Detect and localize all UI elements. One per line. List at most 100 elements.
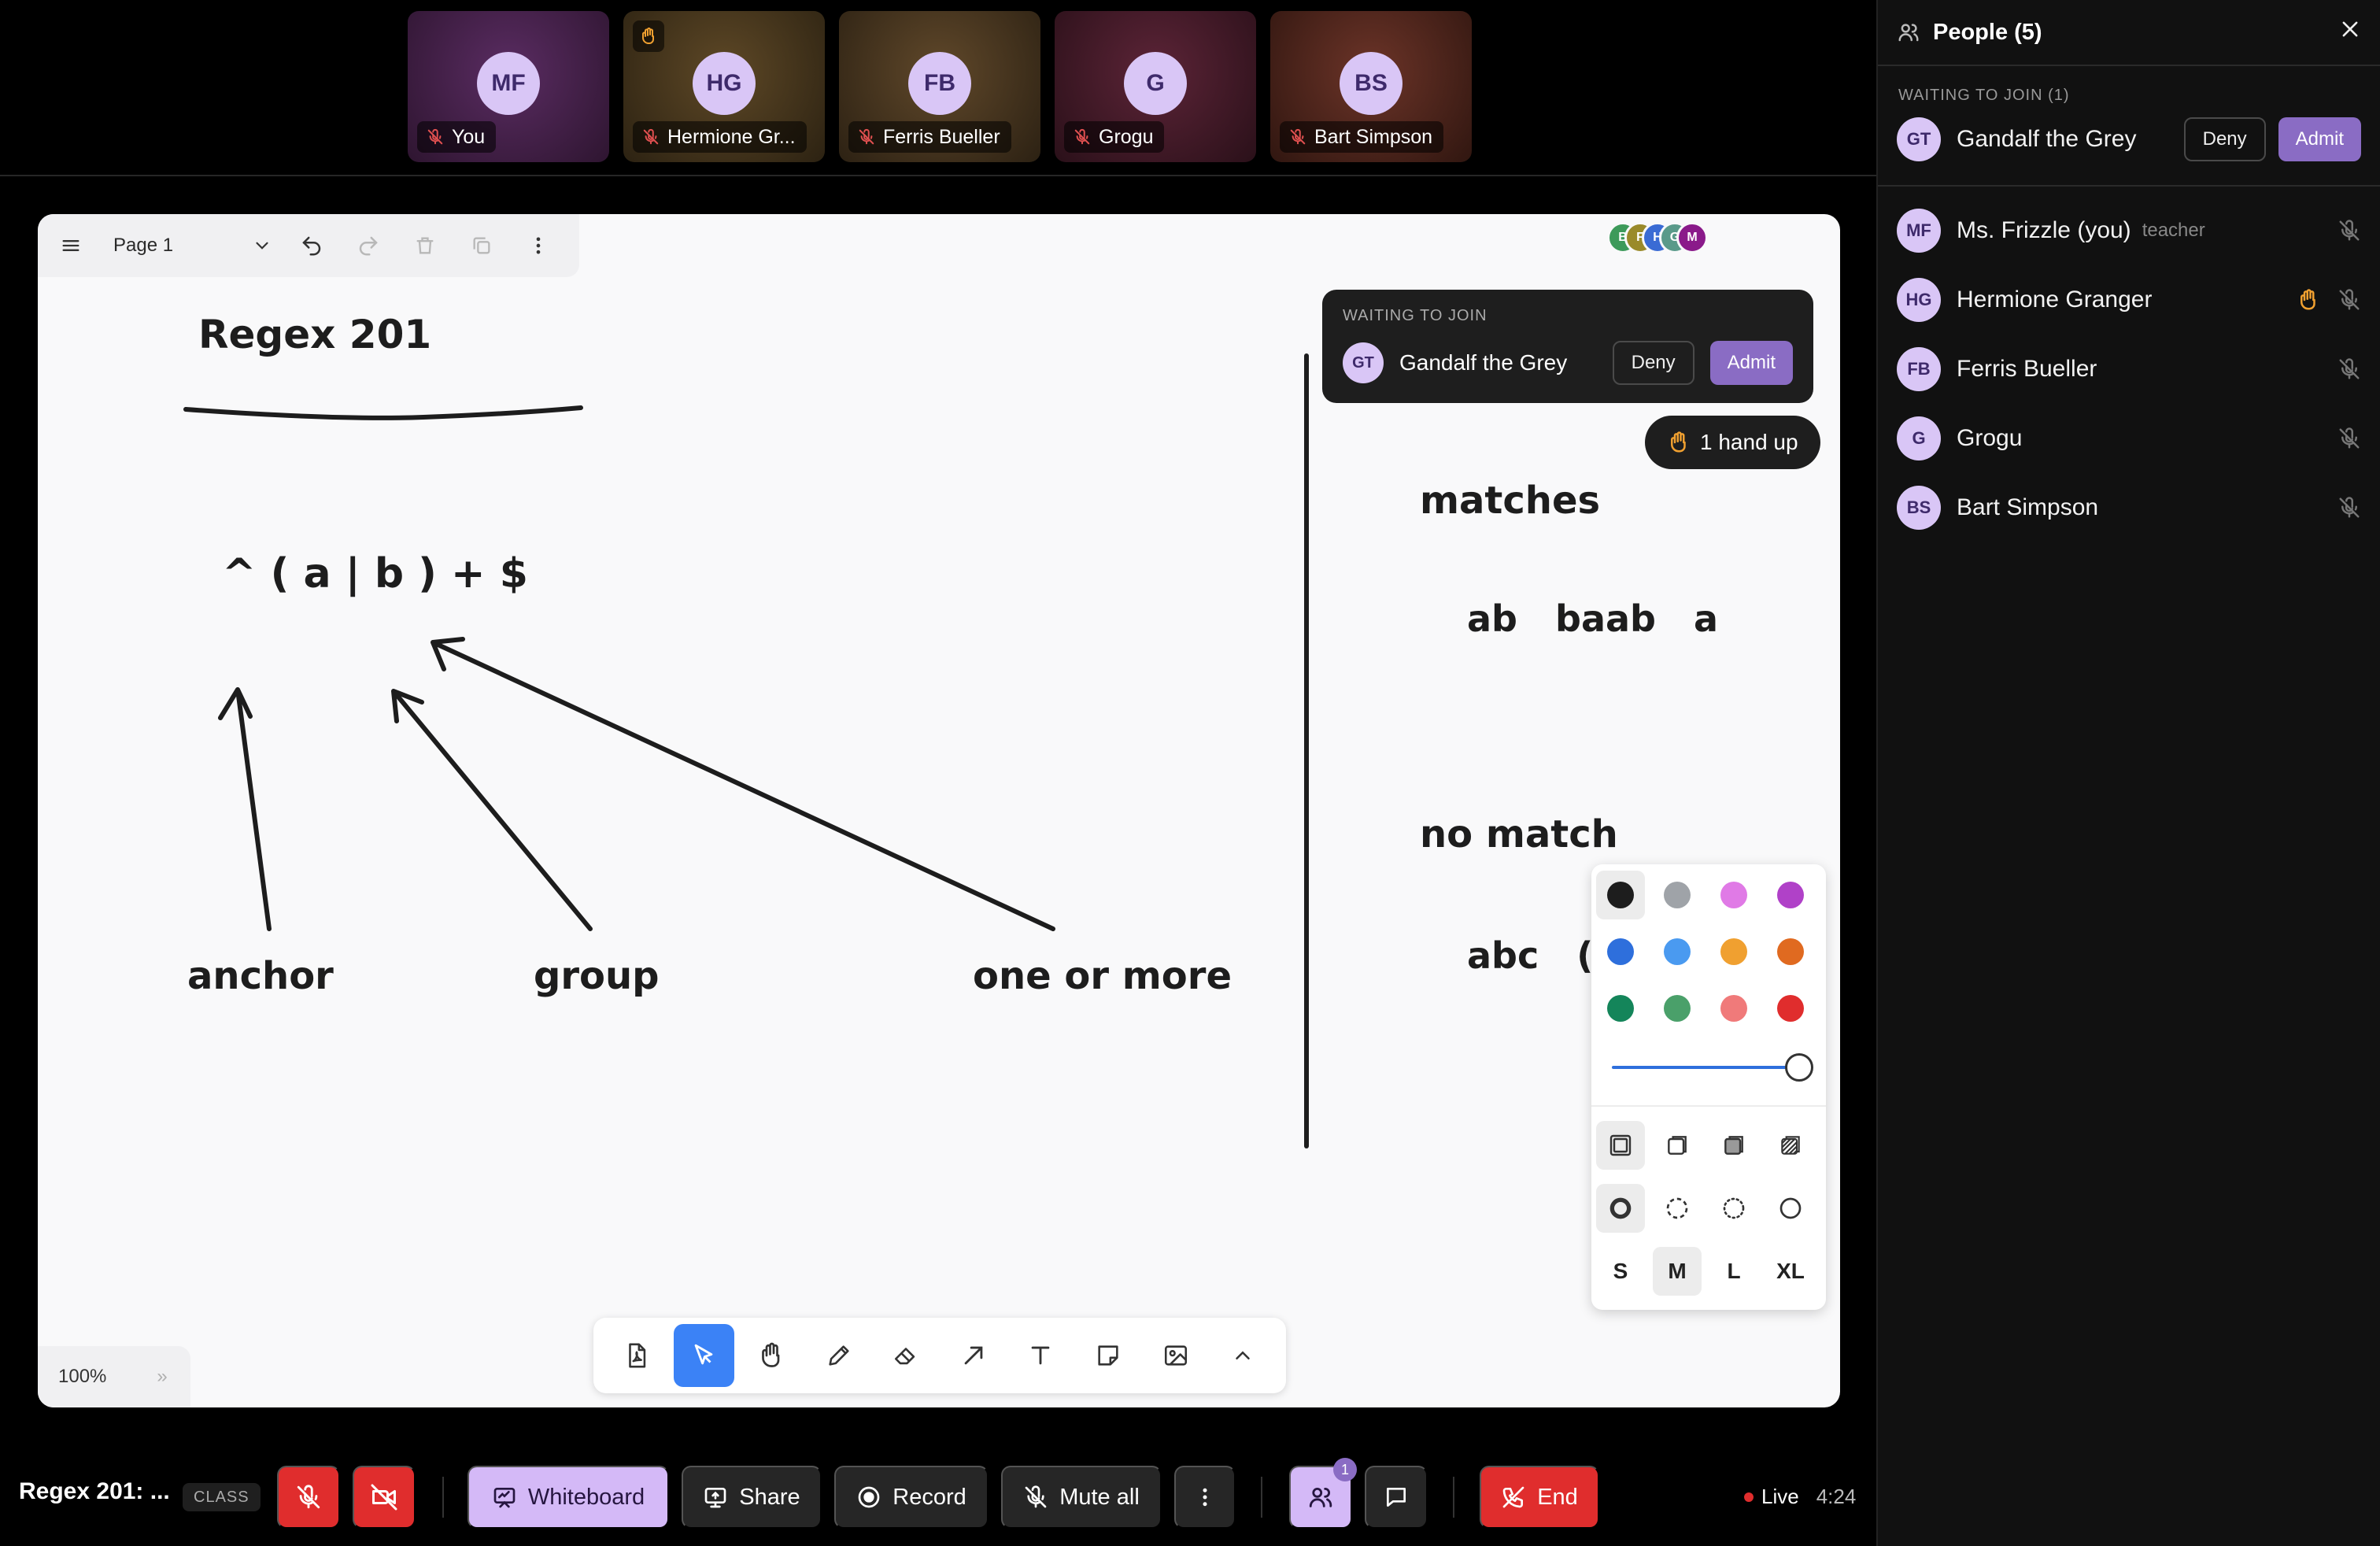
mic-off-icon[interactable]: [2338, 288, 2361, 312]
redo-icon[interactable]: [345, 222, 392, 269]
image-tool-icon: [1164, 1345, 1187, 1366]
whiteboard[interactable]: Regex 201 ^ ( a | b ) + $ anchor group o…: [38, 214, 1840, 1407]
waiting-section-caption: WAITING TO JOIN (1): [1898, 87, 2070, 104]
camera-off-icon: [371, 1484, 397, 1511]
video-tile-grogu[interactable]: G Grogu: [1055, 11, 1256, 162]
eraser-tool-icon: [895, 1348, 915, 1365]
end-call-button[interactable]: End: [1480, 1466, 1599, 1529]
duplicate-icon[interactable]: [458, 222, 505, 269]
elapsed-time: 4:24: [1816, 1485, 1857, 1508]
color-swatch[interactable]: [1596, 927, 1645, 976]
color-swatch[interactable]: [1709, 984, 1758, 1033]
whiteboard-icon: [493, 1488, 516, 1508]
more-tools[interactable]: [1212, 1324, 1273, 1387]
dash-dotted-option[interactable]: [1709, 1184, 1758, 1233]
tile-name: Ferris Bueller: [883, 125, 1000, 148]
color-swatch[interactable]: [1766, 984, 1815, 1033]
mic-off-icon: [297, 1485, 320, 1509]
record-button[interactable]: Record: [834, 1466, 989, 1529]
trash-icon[interactable]: [401, 222, 449, 269]
mic-toggle-button[interactable]: [277, 1466, 340, 1529]
more-vertical-icon[interactable]: [515, 222, 562, 269]
expand-icon[interactable]: »: [157, 1366, 167, 1388]
color-swatch[interactable]: [1596, 984, 1645, 1033]
fill-none-option[interactable]: [1596, 1121, 1645, 1170]
more-vertical-icon: [1203, 1488, 1207, 1507]
dash-draw-option[interactable]: [1766, 1184, 1815, 1233]
share-button[interactable]: Share: [682, 1466, 822, 1529]
avatar: GT: [1897, 117, 1941, 161]
admit-button[interactable]: Admit: [2278, 117, 2361, 161]
size-m[interactable]: M: [1653, 1247, 1702, 1296]
fill-semi-icon: [1668, 1136, 1687, 1155]
call-controls: Regex 201: ... CLASS Whiteboard Share Re…: [0, 1458, 1876, 1529]
video-tile-bart[interactable]: BS Bart Simpson: [1270, 11, 1472, 162]
dash-dashed-option[interactable]: [1653, 1184, 1702, 1233]
list-item[interactable]: HG Hermione Granger: [1878, 265, 2380, 335]
people-button[interactable]: 1: [1289, 1458, 1357, 1529]
note-tool[interactable]: [1077, 1324, 1139, 1387]
color-swatch[interactable]: [1766, 871, 1815, 919]
tile-name: Bart Simpson: [1314, 125, 1433, 148]
mute-all-button[interactable]: Mute all: [1001, 1466, 1162, 1529]
opacity-slider-handle[interactable]: [1785, 1053, 1813, 1082]
mic-off-icon[interactable]: [2338, 357, 2361, 381]
camera-toggle-button[interactable]: [353, 1466, 416, 1529]
size-s[interactable]: S: [1596, 1247, 1645, 1296]
avatar: MF: [477, 52, 540, 115]
mic-off-icon[interactable]: [2338, 427, 2361, 450]
color-swatch[interactable]: [1596, 871, 1645, 919]
no-match-heading: no match: [1420, 812, 1618, 856]
list-item[interactable]: BS Bart Simpson: [1878, 473, 2380, 542]
menu-icon[interactable]: [47, 222, 94, 269]
undo-icon[interactable]: [288, 222, 335, 269]
people-list: MF Ms. Frizzle (you) teacher HG Hermione…: [1878, 187, 2380, 542]
color-swatch[interactable]: [1766, 927, 1815, 976]
color-swatch[interactable]: [1709, 871, 1758, 919]
avatar: FB: [1897, 347, 1941, 391]
eraser-tool[interactable]: [875, 1324, 937, 1387]
arrow-tool[interactable]: [943, 1324, 1004, 1387]
opacity-slider[interactable]: [1612, 1066, 1799, 1069]
color-swatch[interactable]: [1653, 871, 1702, 919]
fill-pattern-option[interactable]: [1766, 1121, 1815, 1170]
pencil-tool[interactable]: [808, 1324, 870, 1387]
deny-button[interactable]: Deny: [2183, 117, 2266, 161]
color-swatch[interactable]: [1653, 927, 1702, 976]
color-swatch[interactable]: [1653, 984, 1702, 1033]
hand-tool[interactable]: [741, 1324, 802, 1387]
mic-off-icon[interactable]: [2338, 219, 2361, 242]
avatar: GT: [1343, 342, 1384, 383]
pdf-tool[interactable]: [606, 1324, 667, 1387]
avatar: BS: [1340, 52, 1402, 115]
size-l[interactable]: L: [1709, 1247, 1758, 1296]
tile-name-label: Hermione Gr...: [633, 121, 807, 153]
mic-off-icon[interactable]: [2338, 496, 2361, 520]
list-item[interactable]: G Grogu: [1878, 404, 2380, 473]
chat-button[interactable]: [1365, 1466, 1428, 1529]
video-tile-you[interactable]: MF You: [408, 11, 609, 162]
person-name: Ms. Frizzle (you): [1957, 217, 2131, 243]
hands-up-pill[interactable]: 1 hand up: [1645, 416, 1820, 469]
page-select[interactable]: Page 1: [94, 235, 280, 257]
size-xl[interactable]: XL: [1766, 1247, 1815, 1296]
image-tool[interactable]: [1145, 1324, 1207, 1387]
video-tile-hermione[interactable]: HG Hermione Gr...: [623, 11, 825, 162]
text-tool[interactable]: [1011, 1324, 1072, 1387]
raised-hand-icon[interactable]: [2297, 288, 2320, 312]
video-tile-ferris[interactable]: FB Ferris Bueller: [839, 11, 1040, 162]
fill-semi-option[interactable]: [1653, 1121, 1702, 1170]
select-tool[interactable]: [673, 1324, 735, 1387]
whiteboard-button[interactable]: Whiteboard: [468, 1466, 669, 1529]
more-options-button[interactable]: [1174, 1466, 1236, 1529]
fill-solid-option[interactable]: [1709, 1121, 1758, 1170]
tile-name: Grogu: [1099, 125, 1154, 148]
admit-button[interactable]: Admit: [1709, 341, 1793, 385]
deny-button[interactable]: Deny: [1612, 341, 1694, 385]
zoom-control[interactable]: 100% »: [38, 1346, 190, 1407]
color-swatch[interactable]: [1709, 927, 1758, 976]
dash-solid-option[interactable]: [1596, 1184, 1645, 1233]
list-item[interactable]: FB Ferris Bueller: [1878, 335, 2380, 404]
list-item[interactable]: MF Ms. Frizzle (you) teacher: [1878, 196, 2380, 265]
close-icon[interactable]: [2339, 18, 2361, 46]
